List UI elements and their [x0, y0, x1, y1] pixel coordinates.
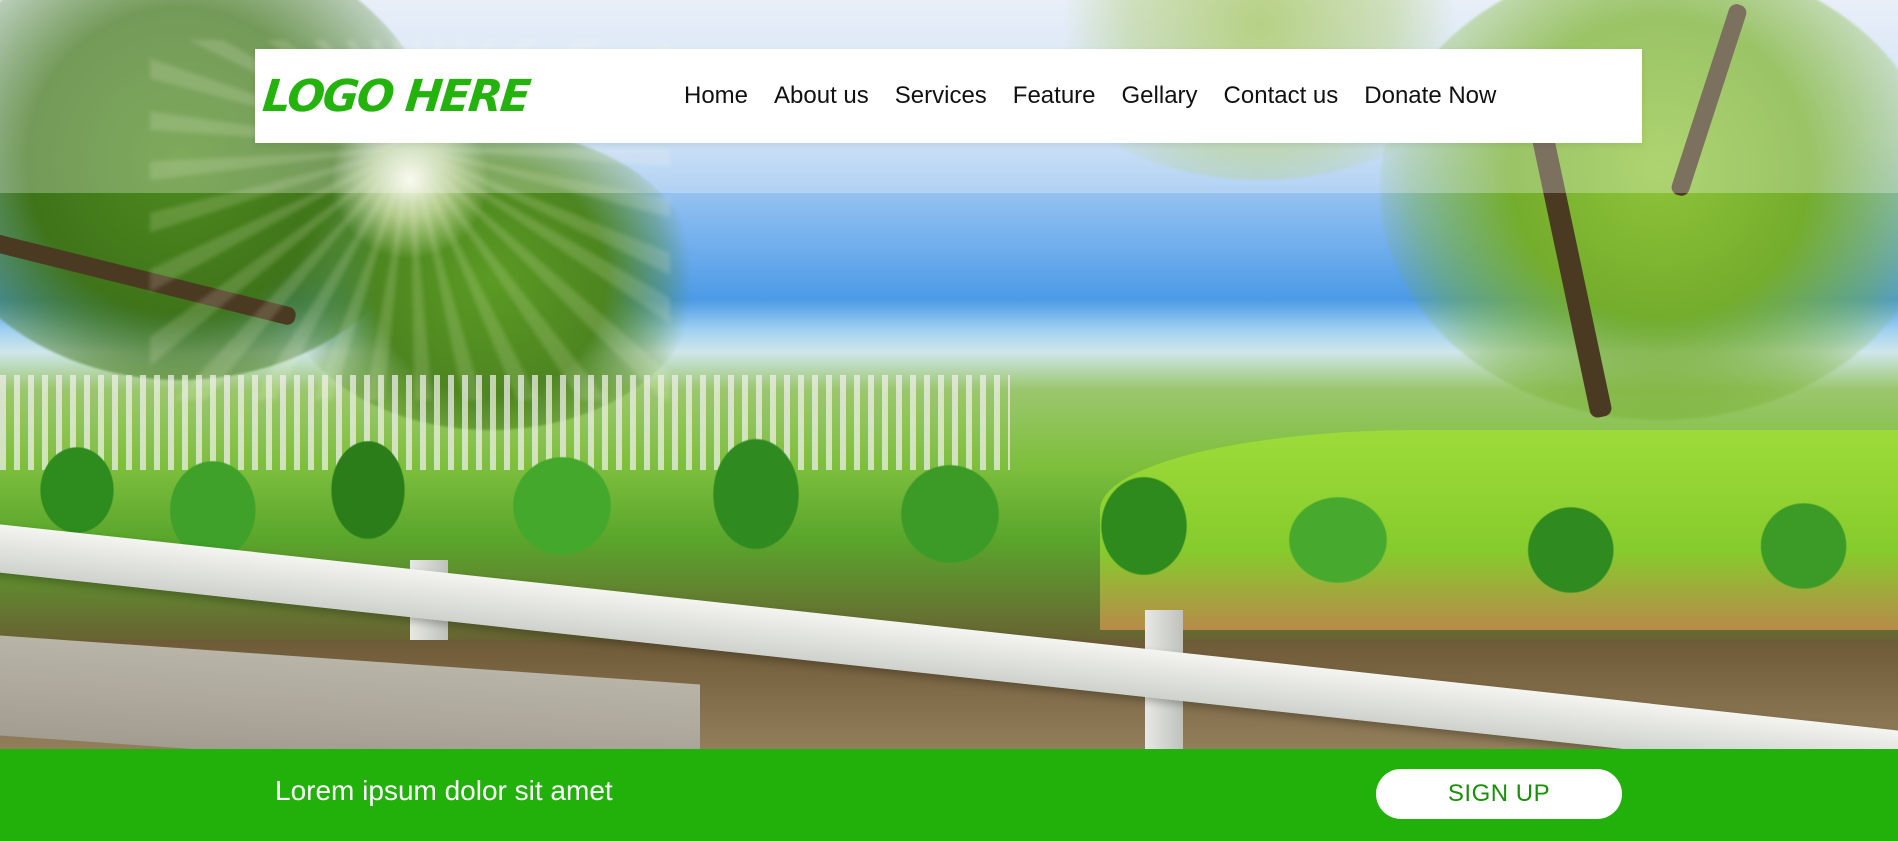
nav-donate-now[interactable]: Donate Now [1351, 82, 1509, 110]
nav-contact-us[interactable]: Contact us [1211, 82, 1352, 110]
cta-text: Lorem ipsum dolor sit amet [275, 775, 613, 806]
main-nav: Home About us Services Feature Gellary C… [671, 82, 1509, 110]
cta-bar: Lorem ipsum dolor sit amet SIGN UP [0, 749, 1898, 841]
nav-services[interactable]: Services [882, 82, 1000, 110]
nav-home[interactable]: Home [671, 82, 761, 110]
site-header: LOGO HERE Home About us Services Feature… [255, 49, 1642, 143]
nav-feature[interactable]: Feature [1000, 82, 1109, 110]
logo[interactable]: LOGO HERE [260, 70, 563, 122]
sign-up-button[interactable]: SIGN UP [1376, 769, 1622, 819]
nav-about-us[interactable]: About us [761, 82, 882, 110]
nav-gallery[interactable]: Gellary [1109, 82, 1211, 110]
logo-text: LOGO HERE [260, 70, 532, 122]
